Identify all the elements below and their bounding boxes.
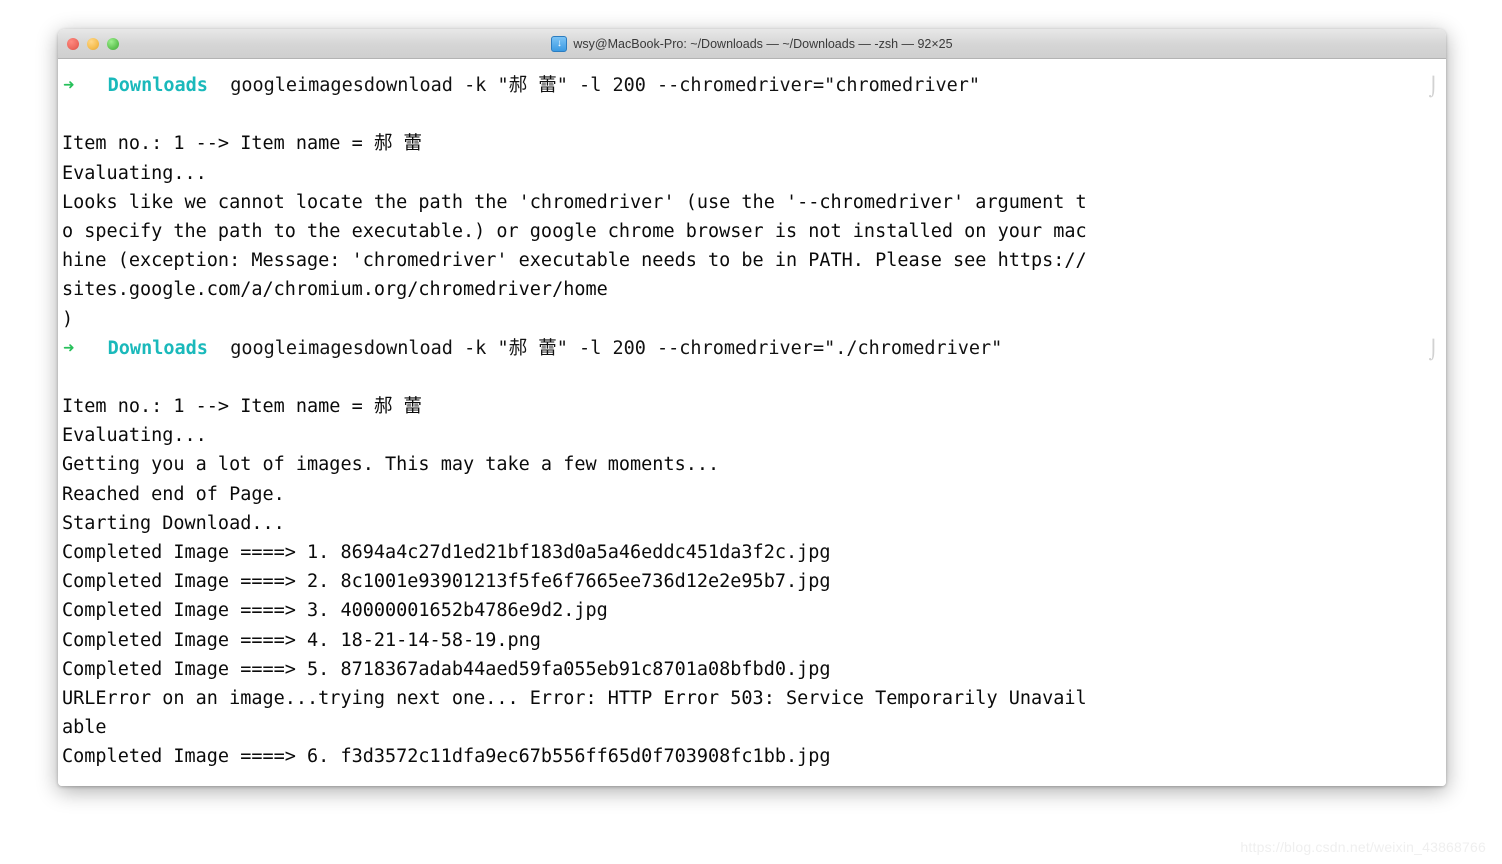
terminal-output-text: Starting Download... bbox=[62, 512, 285, 534]
terminal-output-text: Completed Image ====> 5. 8718367adab44ae… bbox=[62, 658, 831, 680]
terminal-window: ↓ wsy@MacBook-Pro: ~/Downloads — ~/Downl… bbox=[58, 29, 1446, 786]
prompt-arrow-icon: ➜ bbox=[63, 75, 75, 96]
terminal-output-line: Completed Image ====> 1. 8694a4c27d1ed21… bbox=[62, 538, 1442, 567]
terminal-output-line: Reached end of Page. bbox=[62, 480, 1442, 509]
prompt-cwd-label: Downloads bbox=[107, 75, 208, 96]
terminal-output-line: Completed Image ====> 2. 8c1001e93901213… bbox=[62, 567, 1442, 596]
terminal-output-line: Looks like we cannot locate the path the… bbox=[62, 188, 1442, 217]
terminal-output-line: Evaluating... bbox=[62, 159, 1442, 188]
terminal-output-line: Item no.: 1 --> Item name = 郝 蕾 bbox=[62, 392, 1442, 421]
terminal-output-text: able bbox=[62, 717, 107, 739]
terminal-output-line: Completed Image ====> 5. 8718367adab44ae… bbox=[62, 655, 1442, 684]
window-title-text: wsy@MacBook-Pro: ~/Downloads — ~/Downloa… bbox=[573, 36, 953, 51]
terminal-output-text: Reached end of Page. bbox=[62, 483, 285, 505]
terminal-output-line: Completed Image ====> 4. 18-21-14-58-19.… bbox=[62, 626, 1442, 655]
terminal-output-line: URLError on an image...trying next one..… bbox=[62, 684, 1442, 713]
window-title-bar[interactable]: ↓ wsy@MacBook-Pro: ~/Downloads — ~/Downl… bbox=[58, 29, 1446, 59]
terminal-output-text: Looks like we cannot locate the path the… bbox=[62, 191, 1087, 213]
terminal-output-line: Item no.: 1 --> Item name = 郝 蕾 bbox=[62, 129, 1442, 158]
window-controls bbox=[58, 37, 119, 50]
terminal-prompt-line: ➜ Downloads googleimagesdownload -k "郝 蕾… bbox=[62, 71, 1442, 100]
terminal-output-line: o specify the path to the executable.) o… bbox=[62, 217, 1442, 246]
terminal-prompt-line: ➜ Downloads googleimagesdownload -k "郝 蕾… bbox=[62, 334, 1442, 363]
terminal-output-text: sites.google.com/a/chromium.org/chromedr… bbox=[62, 279, 608, 301]
terminal-command-text: googleimagesdownload -k "郝 蕾" -l 200 --c… bbox=[230, 75, 981, 96]
terminal-output-text: o specify the path to the executable.) o… bbox=[62, 220, 1087, 242]
terminal-output-text: Completed Image ====> 6. f3d3572c11dfa9e… bbox=[62, 746, 831, 768]
terminal-output-text: Completed Image ====> 1. 8694a4c27d1ed21… bbox=[62, 542, 831, 563]
maximize-window-button[interactable] bbox=[107, 37, 119, 50]
prompt-right-marker: ⌡ bbox=[1427, 77, 1439, 98]
terminal-output-line: Getting you a lot of images. This may ta… bbox=[62, 450, 1442, 479]
prompt-arrow-icon: ➜ bbox=[63, 337, 75, 359]
terminal-output-text: Getting you a lot of images. This may ta… bbox=[62, 454, 720, 476]
terminal-output-text: Completed Image ====> 4. 18-21-14-58-19.… bbox=[62, 629, 541, 651]
window-title: ↓ wsy@MacBook-Pro: ~/Downloads — ~/Downl… bbox=[58, 35, 1446, 52]
download-arrow-icon: ↓ bbox=[551, 35, 568, 52]
terminal-output-text: Evaluating... bbox=[62, 162, 207, 184]
minimize-window-button[interactable] bbox=[87, 37, 99, 50]
terminal-output-text: Completed Image ====> 2. 8c1001e93901213… bbox=[62, 571, 831, 593]
close-window-button[interactable] bbox=[67, 37, 79, 50]
terminal-output-line: Evaluating... bbox=[62, 421, 1442, 450]
prompt-cwd-label: Downloads bbox=[107, 337, 208, 359]
terminal-output-text: Completed Image ====> 3. 40000001652b478… bbox=[62, 600, 608, 622]
prompt-right-marker: ⌡ bbox=[1427, 339, 1439, 361]
terminal-output-text: Item no.: 1 --> Item name = 郝 蕾 bbox=[62, 133, 423, 155]
terminal-body[interactable]: ➜ Downloads googleimagesdownload -k "郝 蕾… bbox=[58, 59, 1446, 786]
terminal-output-line: able bbox=[62, 713, 1442, 742]
terminal-output-text: ) bbox=[62, 308, 74, 330]
terminal-output-text: Item no.: 1 --> Item name = 郝 蕾 bbox=[62, 396, 423, 418]
terminal-output-line: sites.google.com/a/chromium.org/chromedr… bbox=[62, 275, 1442, 304]
terminal-output-text: hine (exception: Message: 'chromedriver'… bbox=[62, 250, 1087, 272]
terminal-command-text: googleimagesdownload -k "郝 蕾" -l 200 --c… bbox=[230, 337, 1003, 359]
watermark: https://blog.csdn.net/weixin_43868766 bbox=[1240, 839, 1486, 855]
terminal-output-text: URLError on an image...trying next one..… bbox=[62, 687, 1087, 709]
terminal-output-line: Completed Image ====> 3. 40000001652b478… bbox=[62, 596, 1442, 625]
terminal-output-line: Starting Download... bbox=[62, 509, 1442, 538]
terminal-output-text: Evaluating... bbox=[62, 425, 207, 447]
terminal-output-line: hine (exception: Message: 'chromedriver'… bbox=[62, 246, 1442, 275]
terminal-output-area[interactable]: ➜ Downloads googleimagesdownload -k "郝 蕾… bbox=[58, 71, 1446, 772]
terminal-output-line: Completed Image ====> 6. f3d3572c11dfa9e… bbox=[62, 742, 1442, 771]
terminal-output-line: ) bbox=[62, 305, 1442, 334]
